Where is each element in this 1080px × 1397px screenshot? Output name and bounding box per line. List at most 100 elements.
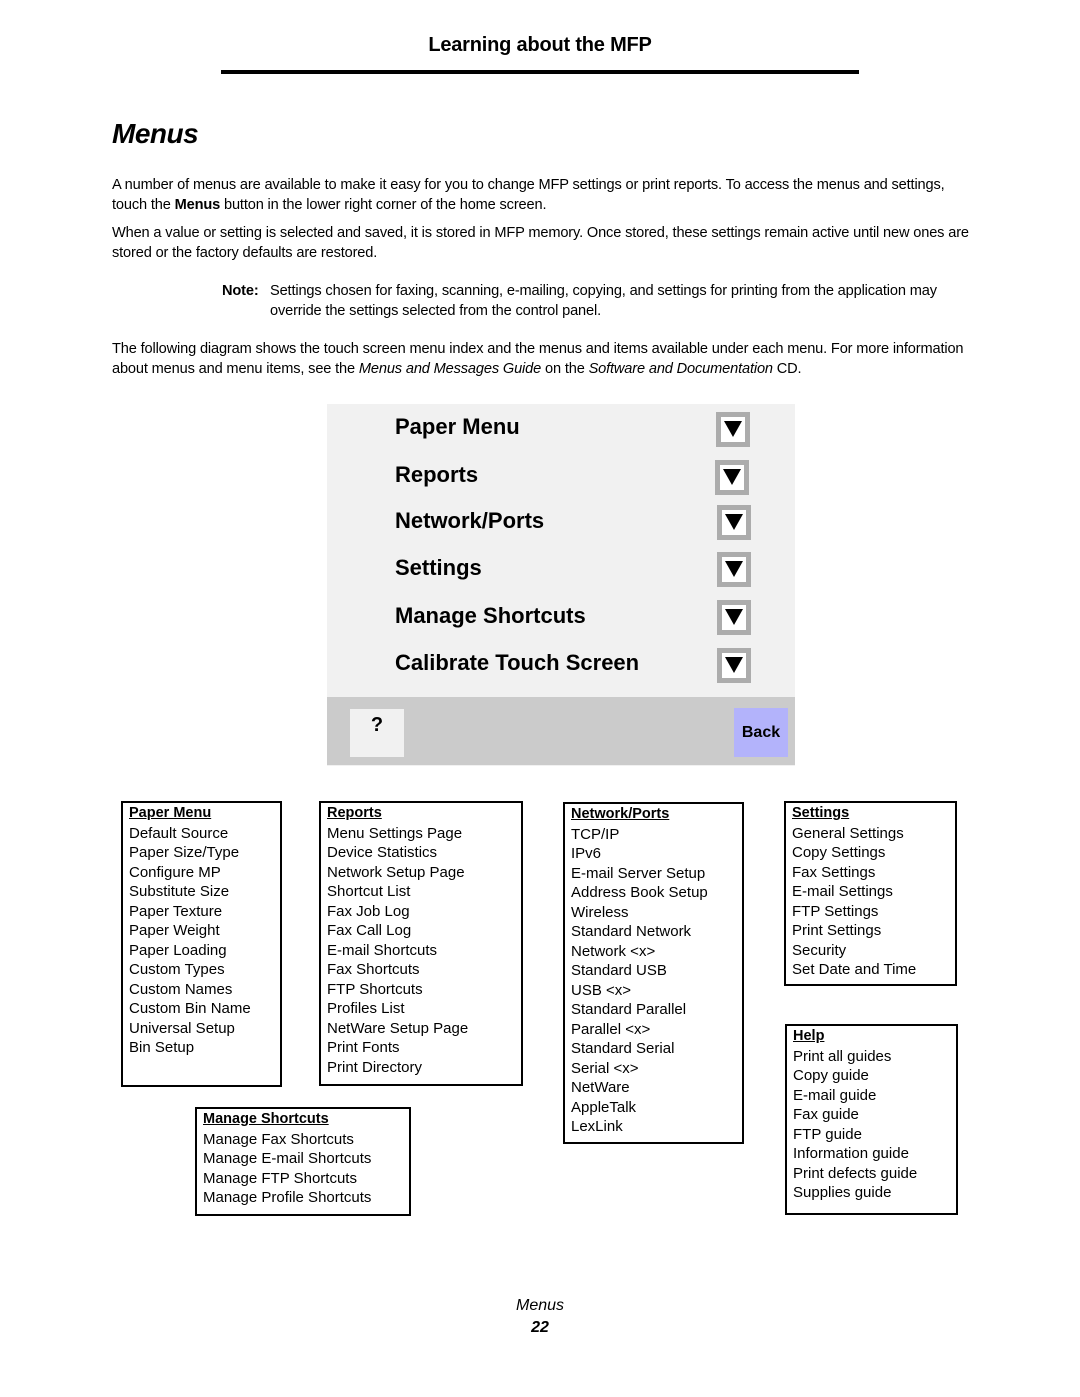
down-arrow-icon	[721, 417, 745, 442]
menu-list-item: FTP guide	[793, 1125, 862, 1143]
menu-list-item: Manage Fax Shortcuts	[203, 1130, 354, 1148]
down-arrow-icon	[722, 557, 746, 582]
menu-list-item: Standard USB	[571, 962, 667, 979]
menu-list-item: Custom Names	[129, 980, 233, 998]
menu-item-calibrate-touch-screen[interactable]: Calibrate Touch Screen	[395, 650, 639, 676]
intro-text-2: button in the lower right corner of the …	[220, 196, 547, 213]
menu-list-item: E-mail guide	[793, 1086, 877, 1104]
menu-list-item: E-mail Server Setup	[571, 864, 706, 882]
running-header: Learning about the MFP	[428, 34, 652, 56]
menu-list-item: Menu Settings Page	[327, 824, 463, 842]
touch-screen-menu-panel: Paper Menu Reports Network/Ports Setting…	[327, 404, 795, 766]
network-ports-box: Network/Ports TCP/IP IPv6 E-mail Server Set…	[563, 802, 744, 1144]
calibrate-touch-screen-expand-button[interactable]	[717, 648, 751, 683]
diagram-text-3: CD.	[772, 360, 802, 377]
down-arrow-icon	[720, 465, 744, 490]
menu-list-item: Manage FTP Shortcuts	[203, 1169, 357, 1187]
down-arrow-icon	[722, 653, 746, 678]
footer-section-name: Menus	[515, 1297, 565, 1314]
header-rule	[221, 70, 859, 74]
menu-list-item: Paper Size/Type	[129, 844, 240, 861]
note-label: Note:	[222, 283, 259, 299]
storage-paragraph: When a value or setting is selected and …	[112, 225, 969, 261]
menu-list-item: LexLink	[571, 1118, 623, 1135]
menu-list-item: Fax Job Log	[327, 902, 410, 920]
intro-paragraph: A number of menus are available to make …	[112, 176, 972, 215]
box-title: Manage Shortcuts	[203, 1111, 329, 1127]
diagram-paragraph: The following diagram shows the touch sc…	[112, 340, 972, 379]
help-button[interactable]: ?	[350, 709, 404, 757]
box-title: Reports	[327, 805, 382, 821]
menu-list-item: Shortcut List	[327, 883, 411, 900]
back-button[interactable]: Back	[734, 708, 788, 757]
box-title: Help	[793, 1028, 825, 1044]
menu-list-item: TCP/IP	[571, 825, 620, 843]
menu-list-item: Security	[792, 941, 847, 959]
manage-shortcuts-box: Manage Shortcuts Manage Fax Shortcuts Mana…	[195, 1107, 411, 1216]
menu-list-item: Print defects guide	[793, 1164, 918, 1182]
menu-list-item: Paper Loading	[129, 941, 227, 959]
menu-list-item: Custom Bin Name	[129, 1000, 251, 1017]
menu-list-item: Manage E-mail Shortcuts	[203, 1150, 372, 1167]
box-title: Network/Ports	[571, 806, 670, 822]
menu-list-item: Fax Settings	[792, 863, 876, 881]
menu-list-item: Print all guides	[793, 1047, 892, 1065]
menu-list-item: Set Date and Time	[792, 961, 917, 978]
menu-list-item: E-mail Shortcuts	[327, 941, 438, 959]
guide-title: Menus and Messages Guide	[358, 360, 542, 377]
settings-box: Settings General Settings Copy Settings Fax…	[784, 801, 957, 986]
down-arrow-icon	[722, 510, 746, 535]
menu-list-item: Address Book Setup	[571, 884, 708, 901]
menu-list-item: Supplies guide	[793, 1184, 892, 1201]
reports-box: Reports Menu Settings Page Device Statisti…	[319, 801, 523, 1086]
menu-item-manage-shortcuts[interactable]: Manage Shortcuts	[395, 603, 586, 629]
menu-list-item: Default Source	[129, 824, 229, 842]
menu-list-item: Serial <x>	[571, 1059, 639, 1077]
menu-list-item: Copy Settings	[792, 844, 886, 861]
menu-list-item: Substitute Size	[129, 883, 230, 900]
menu-list-item: Print Fonts	[327, 1039, 400, 1056]
menu-list-item: FTP Shortcuts	[327, 980, 423, 998]
box-title: Paper Menu	[129, 805, 212, 821]
menu-list-item: Fax Call Log	[327, 922, 412, 939]
menu-list-item: Configure MP	[129, 863, 221, 881]
reports-expand-button[interactable]	[715, 460, 749, 495]
paper-menu-expand-button[interactable]	[716, 412, 750, 447]
menu-list-item: NetWare Setup Page	[327, 1019, 469, 1037]
menu-item-settings[interactable]: Settings	[395, 555, 482, 581]
manage-shortcuts-expand-button[interactable]	[717, 600, 751, 635]
cd-title: Software and Documentation	[588, 360, 773, 377]
box-title: Settings	[792, 805, 850, 821]
menu-list-item: Manage Profile Shortcuts	[203, 1189, 372, 1206]
menu-list-item: Network <x>	[571, 942, 656, 960]
menu-list-item: AppleTalk	[571, 1098, 637, 1116]
network-ports-expand-button[interactable]	[717, 505, 751, 540]
menu-list-item: IPv6	[571, 845, 602, 862]
menu-list-item: Copy guide	[793, 1067, 869, 1084]
menu-list-item: Print Directory	[327, 1058, 423, 1076]
menu-list-item: General Settings	[792, 824, 904, 842]
menu-item-network-ports[interactable]: Network/Ports	[395, 508, 544, 534]
menu-list-item: Information guide	[793, 1145, 909, 1162]
menu-list-item: Fax Shortcuts	[327, 961, 420, 978]
menu-item-reports[interactable]: Reports	[395, 462, 478, 488]
paper-menu-box: Paper Menu Default Source Paper Size/Type C…	[121, 801, 282, 1087]
menu-list-item: Standard Network	[571, 923, 692, 940]
page-number: 22	[531, 1319, 549, 1336]
menu-list-item: Wireless	[571, 903, 629, 921]
menu-list-item: USB <x>	[571, 981, 632, 999]
menu-list-item: FTP Settings	[792, 902, 879, 920]
help-box: Help Print all guides Copy guide E-mail gui…	[785, 1024, 958, 1215]
menu-item-paper-menu[interactable]: Paper Menu	[395, 414, 520, 440]
menu-list-item: Device Statistics	[327, 844, 438, 861]
menu-list-item: Paper Texture	[129, 902, 223, 920]
settings-expand-button[interactable]	[717, 552, 751, 587]
down-arrow-icon	[722, 605, 746, 630]
menu-list-item: Profiles List	[327, 1000, 405, 1017]
menu-list-item: Paper Weight	[129, 922, 220, 939]
page-title: Menus	[112, 118, 199, 149]
panel-footer-bar: ? Back	[327, 697, 795, 765]
menu-list-item: Bin Setup	[129, 1039, 195, 1056]
menu-list-item: NetWare	[571, 1079, 630, 1096]
menu-list-item: Standard Serial	[571, 1040, 675, 1057]
